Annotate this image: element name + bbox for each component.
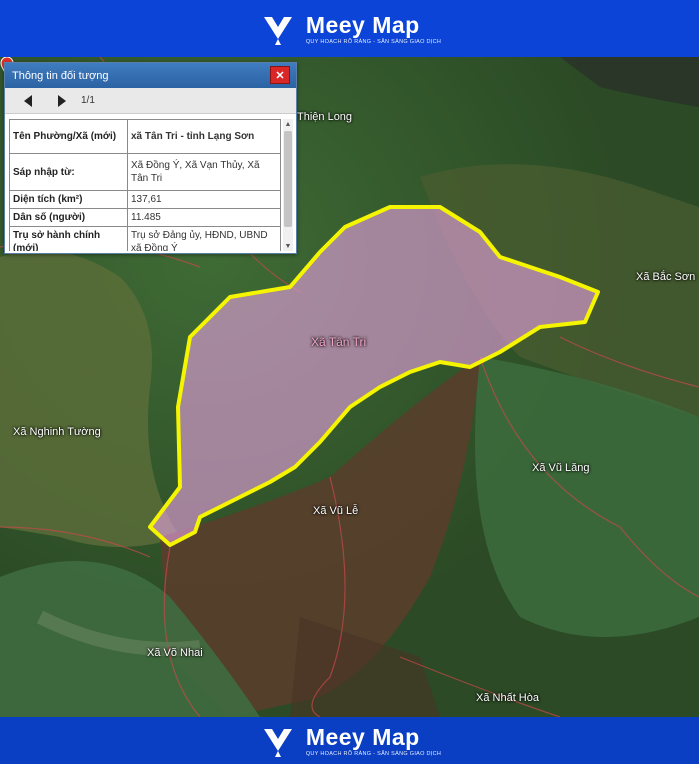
scroll-up-icon[interactable]: ▲ xyxy=(283,119,293,129)
brand-logo: Meey Map QUY HOẠCH RÕ RÀNG - SẴN SÀNG GI… xyxy=(258,721,441,761)
brand-tagline: QUY HOẠCH RÕ RÀNG - SẴN SÀNG GIAO DỊCH xyxy=(305,38,442,45)
page-indicator: 1/1 xyxy=(81,95,95,106)
pager: 1/1 xyxy=(5,88,296,114)
table-row: Diện tích (km²) 137,61 xyxy=(9,190,281,209)
brand-tagline: QUY HOẠCH RÕ RÀNG - SẴN SÀNG GIAO DỊCH xyxy=(305,750,442,757)
panel-scrollbar[interactable]: ▲ ▼ xyxy=(283,119,293,251)
close-button[interactable]: ✕ xyxy=(270,66,290,84)
scroll-down-icon[interactable]: ▼ xyxy=(283,241,293,251)
meey-logo-icon xyxy=(263,728,292,757)
arrow-right-icon xyxy=(58,94,66,107)
row-key: Tên Phường/Xã (mới) xyxy=(9,119,128,154)
brand-name: Meey Map xyxy=(305,723,420,750)
meey-logo-icon xyxy=(263,16,292,45)
place-tan-tri: Xã Tân Tri xyxy=(311,335,367,349)
scroll-thumb[interactable] xyxy=(284,131,292,227)
row-value: Trụ sở Đảng ủy, HĐND, UBND xã Đồng Ý xyxy=(127,226,281,251)
row-value: 137,61 xyxy=(127,190,281,209)
arrow-left-icon xyxy=(24,94,32,107)
panel-title: Thông tin đối tượng xyxy=(12,69,109,82)
brand-logo: Meey Map QUY HOẠCH RÕ RÀNG - SẴN SÀNG GI… xyxy=(258,9,441,49)
table-row: Dân số (người) 11.485 xyxy=(9,208,281,227)
place-nghinh-tuong: Xã Nghinh Tường xyxy=(13,426,101,438)
place-vu-le: Xã Vũ Lễ xyxy=(313,505,359,517)
bottom-brand-bar: Meey Map QUY HOẠCH RÕ RÀNG - SẴN SÀNG GI… xyxy=(0,717,699,764)
place-thien-long: Thiện Long xyxy=(297,111,353,123)
place-vo-nhai: Xã Võ Nhai xyxy=(147,647,203,659)
brand-name: Meey Map xyxy=(305,11,420,38)
row-key: Diện tích (km²) xyxy=(9,190,128,209)
info-table-wrapper[interactable]: Tên Phường/Xã (mới) xã Tân Tri - tỉnh Lạ… xyxy=(9,119,281,251)
table-row: Trụ sở hành chính (mới) Trụ sở Đảng ủy, … xyxy=(9,226,281,251)
table-row: Tên Phường/Xã (mới) xã Tân Tri - tỉnh Lạ… xyxy=(9,119,281,154)
prev-page-button[interactable] xyxy=(15,91,41,111)
info-table: Tên Phường/Xã (mới) xã Tân Tri - tỉnh Lạ… xyxy=(9,119,281,251)
top-brand-bar: Meey Map QUY HOẠCH RÕ RÀNG - SẴN SÀNG GI… xyxy=(0,0,699,57)
next-page-button[interactable] xyxy=(49,91,75,111)
row-value: Xã Đồng Ý, Xã Vạn Thủy, Xã Tân Tri xyxy=(127,153,281,191)
row-value: xã Tân Tri - tỉnh Lạng Sơn xyxy=(127,119,281,154)
table-row: Sáp nhập từ: Xã Đồng Ý, Xã Vạn Thủy, Xã … xyxy=(9,153,281,191)
place-bac-son: Xã Bắc Sơn xyxy=(636,271,696,283)
panel-header: Thông tin đối tượng ✕ xyxy=(5,63,296,88)
place-nhat-hoa: Xã Nhất Hòa xyxy=(476,692,539,704)
row-key: Dân số (người) xyxy=(9,208,128,227)
object-info-panel: Thông tin đối tượng ✕ 1/1 Tên Phường/Xã … xyxy=(4,62,297,254)
row-key: Trụ sở hành chính (mới) xyxy=(9,226,128,251)
place-vu-lang: Xã Vũ Lăng xyxy=(532,462,590,474)
row-value: 11.485 xyxy=(127,208,281,227)
row-key: Sáp nhập từ: xyxy=(9,153,128,191)
